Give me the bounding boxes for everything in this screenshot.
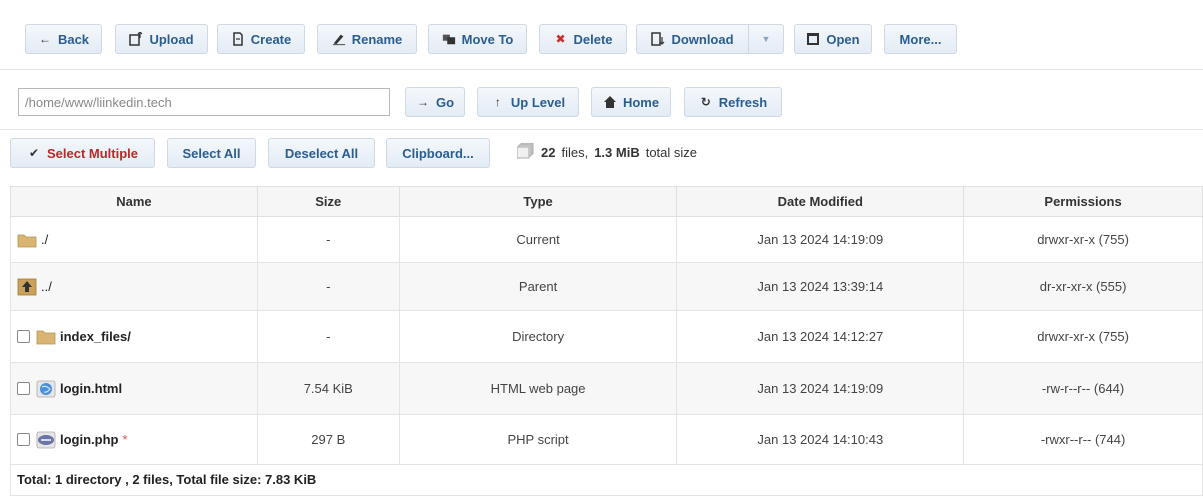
row-checkbox[interactable] xyxy=(17,433,30,446)
download-dropdown-toggle[interactable]: ▼ xyxy=(748,24,784,54)
refresh-icon: ↻ xyxy=(700,95,711,109)
arrow-left-icon: ← xyxy=(38,32,51,46)
arrow-up-icon: ↑ xyxy=(494,95,501,109)
arrow-right-icon: → xyxy=(416,95,429,109)
date-cell: Jan 13 2024 14:10:43 xyxy=(676,414,965,465)
size-cell: 7.54 KiB xyxy=(256,362,400,415)
type-cell: PHP script xyxy=(398,414,678,465)
file-name[interactable]: ../ xyxy=(41,279,52,294)
caret-down-icon: ▼ xyxy=(761,33,771,44)
size-cell: - xyxy=(256,262,400,311)
create-button[interactable]: Create xyxy=(217,24,305,54)
folder-icon xyxy=(36,328,56,346)
deselect-all-button[interactable]: Deselect All xyxy=(268,138,375,168)
folder-icon xyxy=(17,231,37,249)
column-header-name[interactable]: Name xyxy=(10,186,258,217)
upload-button[interactable]: Upload xyxy=(115,24,208,54)
select-all-button[interactable]: Select All xyxy=(167,138,256,168)
name-cell: index_files/ xyxy=(10,310,258,363)
files-stack-icon xyxy=(516,142,535,162)
table-row[interactable]: ./ - Current Jan 13 2024 14:19:09 drwxr-… xyxy=(10,216,1203,263)
more-button[interactable]: More... xyxy=(884,24,957,54)
checkmark-icon: ✔ xyxy=(28,146,40,160)
size-cell: - xyxy=(256,310,400,363)
select-multiple-button[interactable]: ✔ Select Multiple xyxy=(10,138,155,168)
main-toolbar: ← Back Upload Create Rename Move To ✖ De… xyxy=(0,0,1203,70)
table-row[interactable]: index_files/ - Directory Jan 13 2024 14:… xyxy=(10,310,1203,363)
date-cell: Jan 13 2024 14:19:09 xyxy=(676,216,965,263)
clipboard-button[interactable]: Clipboard... xyxy=(386,138,490,168)
permissions-cell[interactable]: -rwxr--r-- (744) xyxy=(963,414,1203,465)
files-label: files, xyxy=(561,144,589,160)
date-cell: Jan 13 2024 13:39:14 xyxy=(676,262,965,311)
file-name[interactable]: login.php xyxy=(60,432,118,447)
download-button[interactable]: Download xyxy=(636,24,749,54)
total-summary-text: Total: 1 directory , 2 files, Total file… xyxy=(17,472,317,487)
column-header-date-modified[interactable]: Date Modified xyxy=(676,186,965,217)
name-cell: ./ xyxy=(10,216,258,263)
column-header-size[interactable]: Size xyxy=(256,186,400,217)
table-row[interactable]: login.html 7.54 KiB HTML web page Jan 13… xyxy=(10,362,1203,415)
type-cell: Current xyxy=(398,216,678,263)
size-cell: - xyxy=(256,216,400,263)
new-file-icon xyxy=(231,32,245,46)
table-row[interactable]: ../ - Parent Jan 13 2024 13:39:14 dr-xr-… xyxy=(10,262,1203,311)
permissions-cell[interactable]: -rw-r--r-- (644) xyxy=(963,362,1203,415)
path-input[interactable] xyxy=(18,88,390,116)
table-row[interactable]: login.php * 297 B PHP script Jan 13 2024 … xyxy=(10,414,1203,465)
type-cell: HTML web page xyxy=(398,362,678,415)
back-button[interactable]: ← Back xyxy=(25,24,102,54)
go-button[interactable]: → Go xyxy=(405,87,465,117)
column-header-permissions[interactable]: Permissions xyxy=(963,186,1203,217)
home-icon xyxy=(603,95,617,109)
x-icon: ✖ xyxy=(555,32,566,46)
refresh-button[interactable]: ↻ Refresh xyxy=(684,87,782,117)
open-icon xyxy=(806,32,820,46)
up-level-button[interactable]: ↑ Up Level xyxy=(477,87,579,117)
name-cell: login.php * xyxy=(10,414,258,465)
php-file-icon xyxy=(36,431,56,449)
permissions-cell[interactable]: drwxr-xr-x (755) xyxy=(963,216,1203,263)
home-button[interactable]: Home xyxy=(591,87,671,117)
row-checkbox[interactable] xyxy=(17,382,30,395)
permissions-cell[interactable]: dr-xr-xr-x (555) xyxy=(963,262,1203,311)
html-file-icon xyxy=(36,380,56,398)
open-button[interactable]: Open xyxy=(794,24,872,54)
table-footer-total: Total: 1 directory , 2 files, Total file… xyxy=(10,464,1203,496)
date-cell: Jan 13 2024 14:19:09 xyxy=(676,362,965,415)
move-to-button[interactable]: Move To xyxy=(428,24,527,54)
files-summary: 22 files, 1.3 MiB total size xyxy=(516,140,698,164)
total-size: 1.3 MiB xyxy=(594,144,640,160)
file-table: Name Size Type Date Modified Permissions… xyxy=(10,186,1203,465)
date-cell: Jan 13 2024 14:12:27 xyxy=(676,310,965,363)
type-cell: Parent xyxy=(398,262,678,311)
modified-marker: * xyxy=(122,432,128,447)
file-name[interactable]: login.html xyxy=(60,381,122,396)
download-icon xyxy=(651,32,665,46)
permissions-cell[interactable]: drwxr-xr-x (755) xyxy=(963,310,1203,363)
size-cell: 297 B xyxy=(256,414,400,465)
name-cell: ../ xyxy=(10,262,258,311)
type-cell: Directory xyxy=(398,310,678,363)
column-header-type[interactable]: Type xyxy=(398,186,678,217)
total-size-label: total size xyxy=(645,144,698,160)
rename-icon xyxy=(332,32,346,46)
row-checkbox[interactable] xyxy=(17,330,30,343)
parent-folder-icon xyxy=(17,278,37,296)
table-header-row: Name Size Type Date Modified Permissions xyxy=(10,186,1203,217)
rename-button[interactable]: Rename xyxy=(317,24,417,54)
file-name[interactable]: index_files/ xyxy=(60,329,131,344)
files-count: 22 xyxy=(541,144,556,160)
delete-button[interactable]: ✖ Delete xyxy=(539,24,627,54)
file-name[interactable]: ./ xyxy=(41,232,48,247)
move-icon xyxy=(442,32,456,46)
name-cell: login.html xyxy=(10,362,258,415)
upload-icon xyxy=(129,32,143,46)
